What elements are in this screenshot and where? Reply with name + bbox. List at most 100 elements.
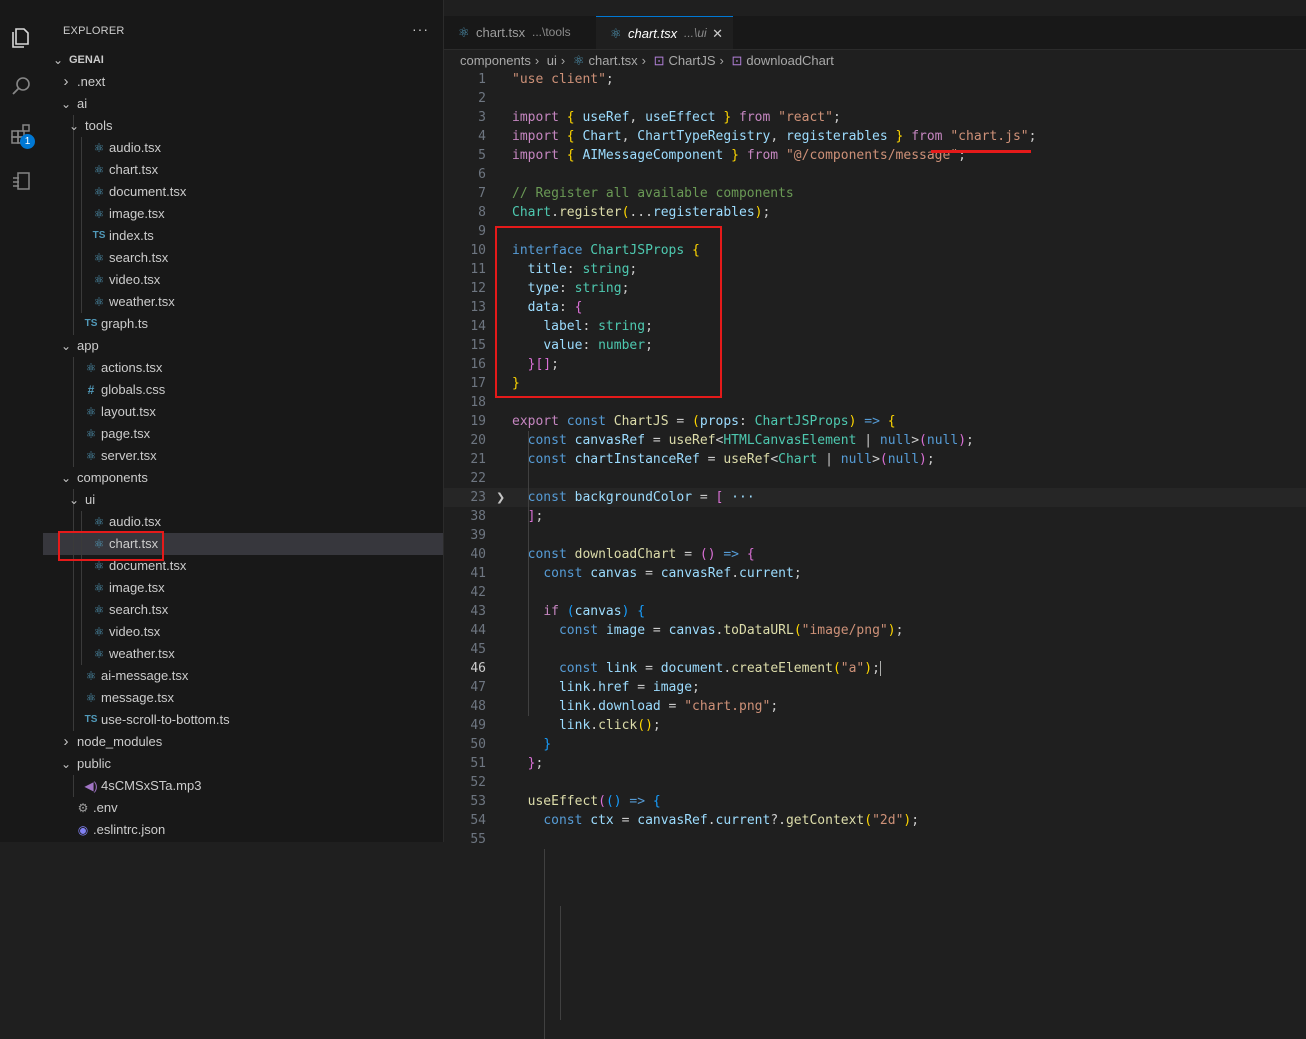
code-token: canvasRef bbox=[574, 433, 646, 448]
react-icon: ⚛ bbox=[85, 427, 97, 441]
tree-folder[interactable]: ⌄ app bbox=[43, 335, 443, 357]
code-line[interactable]: 43 if (canvas) { bbox=[444, 602, 1306, 621]
code-line[interactable]: 53 useEffect(() => { bbox=[444, 792, 1306, 811]
tree-file[interactable]: ◀) 4sCMSxSTa.mp3 bbox=[43, 775, 443, 797]
tree-folder[interactable]: ⌄ components bbox=[43, 467, 443, 489]
explorer-icon[interactable] bbox=[7, 24, 35, 52]
tree-file[interactable]: ⚛ ai-message.tsx bbox=[43, 665, 443, 687]
breadcrumb-item[interactable]: components bbox=[460, 53, 531, 68]
code-line[interactable]: 2 bbox=[444, 89, 1306, 108]
indent-guide bbox=[528, 431, 529, 716]
code-line[interactable]: 20 const canvasRef = useRef<HTMLCanvasEl… bbox=[444, 431, 1306, 450]
tree-file[interactable]: ⚙ .env bbox=[43, 797, 443, 819]
search-icon[interactable] bbox=[7, 72, 35, 100]
code-line[interactable]: 22 bbox=[444, 469, 1306, 488]
breadcrumb-item[interactable]: downloadChart bbox=[746, 53, 833, 68]
tree-file[interactable]: # globals.css bbox=[43, 379, 443, 401]
tree-file[interactable]: ⚛ image.tsx bbox=[43, 577, 443, 599]
code-token: import bbox=[512, 148, 559, 163]
tree-item-label: weather.tsx bbox=[109, 646, 175, 661]
tab-chart-ui[interactable]: ⚛ chart.tsx ...\ui ✕ bbox=[596, 16, 733, 49]
code-line[interactable]: 46 const link = document.createElement("… bbox=[444, 659, 1306, 678]
close-icon[interactable]: ✕ bbox=[712, 17, 723, 50]
tree-folder[interactable]: › .next bbox=[43, 71, 443, 93]
tree-file[interactable]: TS index.ts bbox=[43, 225, 443, 247]
tree-folder[interactable]: ⌄ ui bbox=[43, 489, 443, 511]
code-line[interactable]: 7 // Register all available components bbox=[444, 184, 1306, 203]
tree-file[interactable]: ⚛ weather.tsx bbox=[43, 643, 443, 665]
code-token: const bbox=[527, 547, 567, 562]
code-line[interactable]: 39 bbox=[444, 526, 1306, 545]
tab-chart-tools[interactable]: ⚛ chart.tsx ...\tools bbox=[444, 16, 597, 49]
breadcrumb-item[interactable]: ChartJS bbox=[669, 53, 716, 68]
code-line[interactable]: 47 link.href = image; bbox=[444, 678, 1306, 697]
tree-file[interactable]: ⚛ page.tsx bbox=[43, 423, 443, 445]
code-line[interactable]: 38 ]; bbox=[444, 507, 1306, 526]
more-actions-icon[interactable]: ··· bbox=[412, 21, 429, 37]
breadcrumb-item[interactable]: ui bbox=[547, 53, 557, 68]
remote-explorer-icon[interactable] bbox=[7, 168, 35, 196]
code-line[interactable]: 44 const image = canvas.toDataURL("image… bbox=[444, 621, 1306, 640]
indent-guide bbox=[73, 621, 74, 643]
tree-file[interactable]: ⚛ actions.tsx bbox=[43, 357, 443, 379]
tree-item-label: .next bbox=[77, 74, 106, 89]
tree-file[interactable]: ⚛ search.tsx bbox=[43, 247, 443, 269]
code-line[interactable]: 19 export const ChartJS = (props: ChartJS… bbox=[444, 412, 1306, 431]
line-number: 7 bbox=[478, 186, 486, 201]
tree-folder[interactable]: ⌄ tools bbox=[43, 115, 443, 137]
tree-file[interactable]: ⚛ document.tsx bbox=[43, 181, 443, 203]
code-line[interactable]: 40 const downloadChart = () => { bbox=[444, 545, 1306, 564]
tree-file[interactable]: ⚛ server.tsx bbox=[43, 445, 443, 467]
tree-file[interactable]: TS use-scroll-to-bottom.ts bbox=[43, 709, 443, 731]
tree-file[interactable]: TS graph.ts bbox=[43, 313, 443, 335]
tree-folder[interactable]: ⌄ ai bbox=[43, 93, 443, 115]
code-line[interactable]: 45 bbox=[444, 640, 1306, 659]
tree-file[interactable]: ⚛ weather.tsx bbox=[43, 291, 443, 313]
code-line[interactable]: 51 }; bbox=[444, 754, 1306, 773]
code-line[interactable]: 55 bbox=[444, 830, 1306, 849]
code-token: ; bbox=[770, 699, 779, 714]
code-line[interactable]: 5 import { AIMessageComponent } from "@/c… bbox=[444, 146, 1306, 165]
code-line[interactable]: 54 const ctx = canvasRef.current?.getCon… bbox=[444, 811, 1306, 830]
code-line[interactable]: 49 link.click(); bbox=[444, 716, 1306, 735]
indent-guide bbox=[73, 313, 74, 335]
code-line[interactable]: 50 } bbox=[444, 735, 1306, 754]
fold-chevron-icon[interactable]: ❯ bbox=[496, 488, 505, 507]
code-token: AIMessageComponent bbox=[582, 148, 724, 163]
code-token: image bbox=[605, 623, 646, 638]
tree-file[interactable]: ⚛ message.tsx bbox=[43, 687, 443, 709]
code-line[interactable]: 6 bbox=[444, 165, 1306, 184]
code-line[interactable]: 8 Chart.register(...registerables); bbox=[444, 203, 1306, 222]
code-line[interactable]: 21 const chartInstanceRef = useRef<Chart… bbox=[444, 450, 1306, 469]
tree-item-label: 4sCMSxSTa.mp3 bbox=[101, 778, 202, 793]
tree-file[interactable]: ⚛ audio.tsx bbox=[43, 511, 443, 533]
tree-file[interactable]: ⚛ search.tsx bbox=[43, 599, 443, 621]
code-token: ; bbox=[605, 72, 614, 87]
tree-file[interactable]: ◉ .eslintrc.json bbox=[43, 819, 443, 841]
code-token: ··· bbox=[731, 490, 755, 505]
tree-item-label: tools bbox=[85, 118, 113, 133]
tree-file[interactable]: ⚛ chart.tsx bbox=[43, 159, 443, 181]
code-line[interactable]: 1 "use client"; bbox=[444, 70, 1306, 89]
code-token: = bbox=[668, 414, 693, 429]
tree-folder[interactable]: ⌄ public bbox=[43, 753, 443, 775]
tree-folder[interactable]: ⌄ GENAI bbox=[43, 49, 443, 71]
code-line[interactable]: 41 const canvas = canvasRef.current; bbox=[444, 564, 1306, 583]
tree-folder[interactable]: › node_modules bbox=[43, 731, 443, 753]
tree-file[interactable]: ⚛ layout.tsx bbox=[43, 401, 443, 423]
tree-file[interactable]: ⚛ video.tsx bbox=[43, 269, 443, 291]
tree-file[interactable]: ⚛ audio.tsx bbox=[43, 137, 443, 159]
breadcrumb-item[interactable]: chart.tsx bbox=[589, 53, 638, 68]
code-line[interactable]: 52 bbox=[444, 773, 1306, 792]
code-line[interactable]: 3 import { useRef, useEffect } from "reac… bbox=[444, 108, 1306, 127]
tree-file[interactable]: ⚛ image.tsx bbox=[43, 203, 443, 225]
code-line[interactable]: 23 ❯ const backgroundColor = [ ··· bbox=[444, 488, 1306, 507]
code-line[interactable]: 48 link.download = "chart.png"; bbox=[444, 697, 1306, 716]
code-line[interactable]: 4 import { Chart, ChartTypeRegistry, regi… bbox=[444, 127, 1306, 146]
code-line[interactable]: 42 bbox=[444, 583, 1306, 602]
tree-file[interactable]: ⚛ video.tsx bbox=[43, 621, 443, 643]
